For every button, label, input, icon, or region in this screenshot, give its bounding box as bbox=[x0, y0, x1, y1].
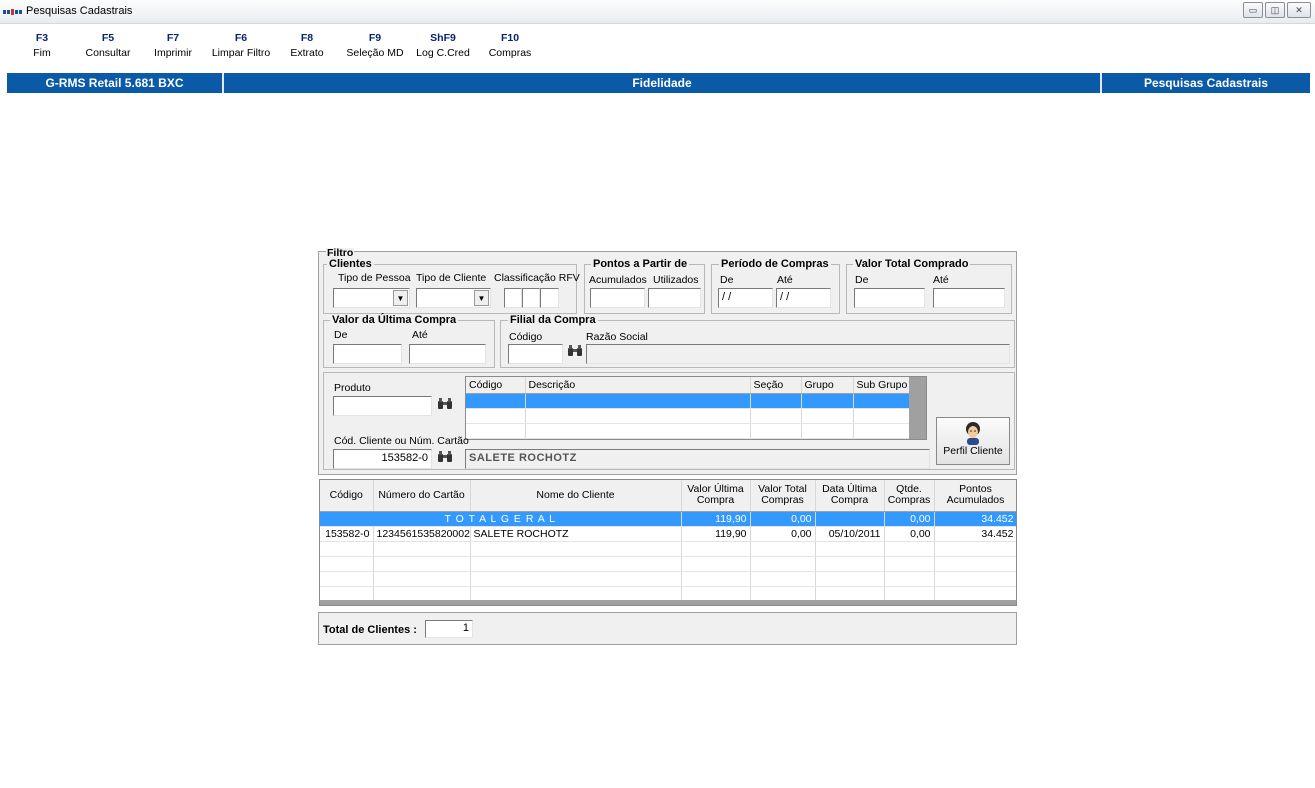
filial-razao-social-field bbox=[586, 344, 1010, 364]
fkey-imprimir-button[interactable]: F7 Imprimir bbox=[148, 32, 198, 59]
rfv-field-2[interactable] bbox=[522, 288, 540, 308]
valor-total-ate-input[interactable] bbox=[933, 288, 1005, 308]
user-profile-icon bbox=[966, 422, 980, 445]
cliente-cartao-input[interactable]: 153582-0 bbox=[333, 449, 432, 469]
total-clientes-label: Total de Clientes : bbox=[323, 624, 417, 636]
cliente-nome-field: SALETE ROCHOTZ bbox=[465, 449, 930, 469]
chevron-down-icon[interactable]: ▼ bbox=[474, 290, 489, 306]
chevron-down-icon[interactable]: ▼ bbox=[393, 290, 408, 306]
rfv-field-1[interactable] bbox=[504, 288, 522, 308]
fkey-consultar-button[interactable]: F5 Consultar bbox=[78, 32, 138, 59]
total-clientes-value: 1 bbox=[425, 620, 473, 638]
pontos-acumulados-input[interactable] bbox=[590, 288, 645, 308]
table-row[interactable] bbox=[466, 408, 911, 424]
status-module: Fidelidade bbox=[632, 76, 692, 90]
status-app-version: G-RMS Retail 5.681 BXC bbox=[45, 76, 184, 90]
table-row[interactable] bbox=[320, 541, 1016, 557]
fkey-fim-button[interactable]: F3 Fim bbox=[30, 32, 54, 59]
tipo-cliente-select[interactable]: ▼ bbox=[416, 288, 491, 308]
fkey-limpar-filtro-button[interactable]: F6 Limpar Filtro bbox=[206, 32, 276, 59]
valor-total-de-input[interactable] bbox=[854, 288, 925, 308]
status-screen: Pesquisas Cadastrais bbox=[1143, 76, 1269, 90]
status-bar: G-RMS Retail 5.681 BXC Fidelidade Pesqui… bbox=[7, 73, 1310, 93]
periodo-ate-input[interactable]: / / bbox=[776, 288, 831, 308]
fkey-extrato-button[interactable]: F8 Extrato bbox=[285, 32, 329, 59]
produto-grid[interactable]: Código Descrição Seção Grupo Sub Grupo bbox=[465, 376, 927, 440]
table-row[interactable] bbox=[320, 571, 1016, 587]
function-key-toolbar: F3 Fim F5 Consultar F7 Imprimir F6 Limpar Fi… bbox=[0, 32, 700, 70]
results-grid-scrollbar[interactable] bbox=[320, 600, 1016, 605]
minimize-icon[interactable]: ▭ bbox=[1243, 2, 1263, 18]
binoculars-icon[interactable] bbox=[566, 344, 584, 362]
maximize-icon[interactable]: ◫ bbox=[1265, 2, 1285, 18]
fkey-selecao-md-button[interactable]: F9 Seleção MD bbox=[342, 32, 408, 59]
app-logo-icon bbox=[3, 9, 22, 15]
binoculars-icon[interactable] bbox=[436, 397, 454, 415]
tipo-pessoa-select[interactable]: ▼ bbox=[333, 288, 410, 308]
perfil-cliente-button[interactable]: Perfil Cliente bbox=[936, 417, 1010, 465]
pontos-utilizados-input[interactable] bbox=[648, 288, 701, 308]
periodo-de-input[interactable]: / / bbox=[718, 288, 773, 308]
table-row[interactable] bbox=[320, 586, 1016, 602]
results-grid[interactable]: Código Número do Cartão Nome do Cliente … bbox=[319, 479, 1017, 606]
table-row[interactable] bbox=[466, 423, 911, 439]
produto-grid-scrollbar[interactable] bbox=[909, 377, 926, 439]
ultima-compra-ate-input[interactable] bbox=[409, 344, 486, 364]
total-row[interactable]: T O T A L G E R A L 119,90 0,00 0,00 34.… bbox=[320, 511, 1016, 527]
filial-codigo-input[interactable] bbox=[508, 344, 563, 364]
fkey-compras-button[interactable]: F10 Compras bbox=[484, 32, 536, 59]
close-icon[interactable]: ✕ bbox=[1287, 2, 1311, 18]
ultima-compra-de-input[interactable] bbox=[333, 344, 402, 364]
rfv-field-3[interactable] bbox=[540, 288, 559, 308]
table-row[interactable] bbox=[466, 393, 911, 409]
binoculars-icon[interactable] bbox=[436, 450, 454, 468]
window-title: Pesquisas Cadastrais bbox=[26, 5, 133, 17]
window-titlebar: Pesquisas Cadastrais ▭ ◫ ✕ bbox=[0, 0, 1315, 24]
footer-panel bbox=[318, 612, 1017, 645]
table-row[interactable]: 153582-0 1234561535820002 SALETE ROCHOTZ… bbox=[320, 526, 1016, 542]
produto-input[interactable] bbox=[333, 396, 432, 416]
table-row[interactable] bbox=[320, 556, 1016, 572]
fkey-log-ccred-button[interactable]: ShF9 Log C.Cred bbox=[411, 32, 475, 59]
